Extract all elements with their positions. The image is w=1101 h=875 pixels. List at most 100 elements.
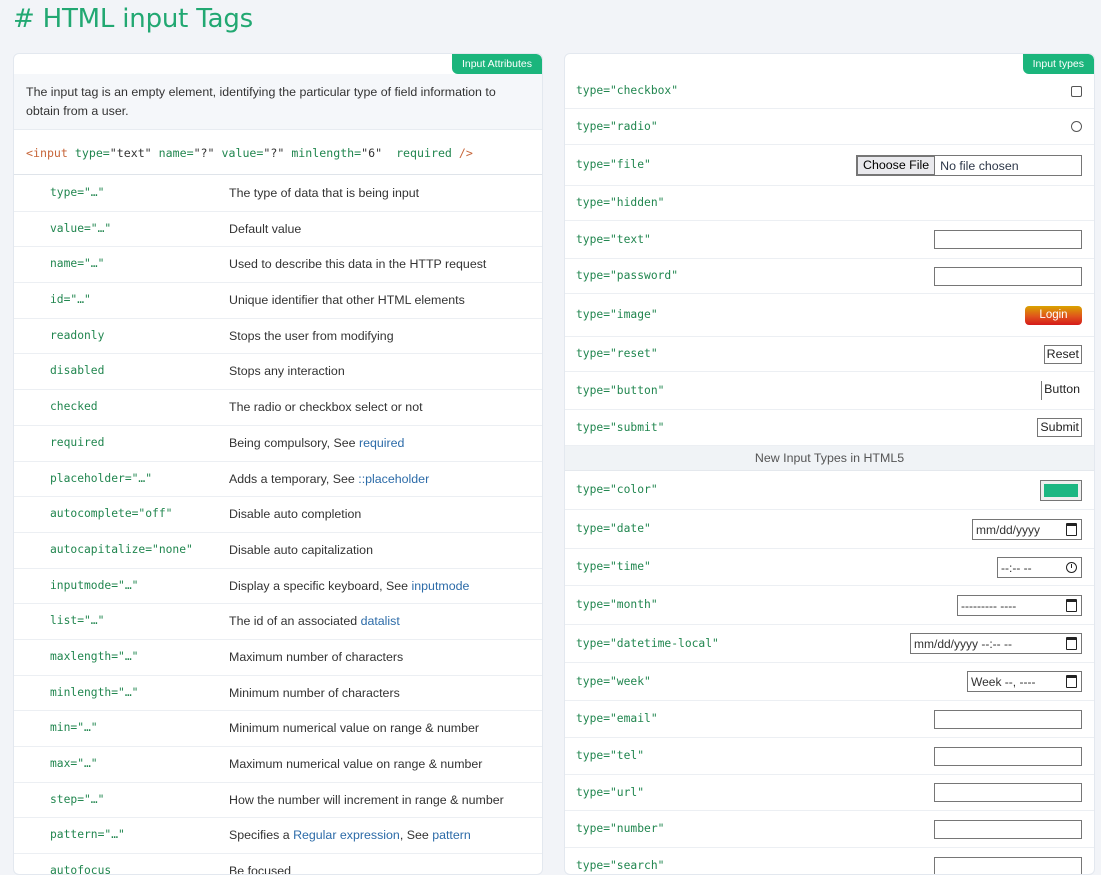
attribute-description-text: , See bbox=[399, 828, 433, 843]
input-button[interactable]: Submit bbox=[1037, 418, 1082, 437]
attribute-link[interactable]: Regular expression bbox=[293, 828, 400, 842]
input-type-name: type="date" bbox=[576, 522, 651, 535]
calendar-icon[interactable] bbox=[1066, 637, 1077, 650]
input-types-tag: Input types bbox=[1022, 54, 1094, 74]
attribute-link[interactable]: ::placeholder bbox=[358, 472, 429, 486]
attribute-description: Minimum numerical value on range & numbe… bbox=[229, 711, 479, 745]
attribute-name: checked bbox=[50, 400, 98, 414]
code-attr-value: value= bbox=[221, 146, 264, 160]
calendar-icon[interactable] bbox=[1066, 675, 1077, 688]
attribute-row: max="…" Maximum numerical value on range … bbox=[14, 747, 542, 783]
attribute-row: pattern="…" Specifies a Regular expressio… bbox=[14, 818, 542, 855]
input-type-name: type="email" bbox=[576, 712, 658, 725]
attribute-row: disabled Stops any interaction bbox=[14, 354, 542, 391]
calendar-icon[interactable] bbox=[1066, 523, 1077, 536]
attribute-name: pattern="…" bbox=[50, 828, 125, 842]
attribute-description-text: Used to describe this data in the HTTP r… bbox=[229, 257, 487, 272]
clock-icon[interactable] bbox=[1066, 562, 1077, 573]
input-type-row: type="datetime-local" mm/dd/yyyy --:-- -- bbox=[565, 625, 1094, 663]
image-login-button[interactable]: Login bbox=[1025, 306, 1082, 325]
attribute-name: name="…" bbox=[50, 257, 105, 271]
attribute-description: Maximum number of characters bbox=[229, 640, 403, 674]
radio-input[interactable] bbox=[1071, 121, 1082, 132]
attribute-row: readonly Stops the user from modifying bbox=[14, 319, 542, 355]
attribute-row: required Being compulsory, See required bbox=[14, 426, 542, 462]
attribute-row: step="…" How the number will increment in… bbox=[14, 783, 542, 819]
attribute-name: disabled bbox=[50, 364, 105, 378]
checkbox-input[interactable] bbox=[1071, 86, 1082, 97]
week-input[interactable]: Week --, ---- bbox=[967, 671, 1082, 692]
attribute-link[interactable]: inputmode bbox=[412, 579, 470, 593]
input-type-name: type="submit" bbox=[576, 421, 665, 434]
text-input[interactable] bbox=[934, 267, 1082, 286]
input-type-name: type="image" bbox=[576, 308, 658, 321]
attribute-description-text: Adds a temporary, See bbox=[229, 471, 359, 486]
month-input[interactable]: --------- ---- bbox=[957, 595, 1082, 616]
input-type-name: type="radio" bbox=[576, 120, 658, 133]
input-type-row: type="number" bbox=[565, 811, 1094, 848]
time-input[interactable]: --:-- -- bbox=[997, 557, 1082, 578]
input-type-name: type="month" bbox=[576, 598, 658, 611]
attribute-link[interactable]: required bbox=[359, 436, 404, 450]
input-type-row: type="radio" bbox=[565, 109, 1094, 145]
attribute-description: Adds a temporary, See ::placeholder bbox=[229, 462, 429, 496]
text-input[interactable] bbox=[934, 820, 1082, 839]
text-input[interactable] bbox=[934, 747, 1082, 766]
attribute-description: Stops any interaction bbox=[229, 354, 345, 388]
code-val-minlength: "6" bbox=[361, 146, 383, 160]
input-button[interactable]: Button bbox=[1041, 381, 1082, 400]
date-input[interactable]: mm/dd/yyyy bbox=[972, 519, 1082, 540]
calendar-icon[interactable] bbox=[1066, 599, 1077, 612]
html5-section-header: New Input Types in HTML5 bbox=[565, 446, 1094, 471]
attribute-description-text: Being compulsory, See bbox=[229, 435, 359, 450]
attribute-row: checked The radio or checkbox select or n… bbox=[14, 390, 542, 426]
input-attributes-tag: Input Attributes bbox=[451, 54, 542, 74]
attribute-description: The type of data that is being input bbox=[229, 176, 419, 210]
attribute-name: readonly bbox=[50, 328, 105, 342]
code-tag-close: /> bbox=[458, 146, 473, 160]
attribute-name: step="…" bbox=[50, 792, 105, 806]
text-input[interactable] bbox=[934, 710, 1082, 729]
attribute-description-text: Disable auto capitalization bbox=[229, 542, 373, 557]
file-input[interactable]: Choose File No file chosen bbox=[856, 155, 1082, 176]
datetime-input[interactable]: mm/dd/yyyy --:-- -- bbox=[910, 633, 1082, 654]
attribute-row: id="…" Unique identifier that other HTML … bbox=[14, 283, 542, 319]
attribute-description-text: Maximum numerical value on range & numbe… bbox=[229, 757, 483, 771]
text-input[interactable] bbox=[934, 783, 1082, 802]
input-type-row: type="time" --:-- -- bbox=[565, 549, 1094, 586]
attribute-description: Specifies a Regular expression, See patt… bbox=[229, 818, 471, 852]
attribute-description: Disable auto capitalization bbox=[229, 533, 373, 567]
attribute-row: placeholder="…" Adds a temporary, See ::p… bbox=[14, 462, 542, 498]
input-type-name: type="button" bbox=[576, 384, 665, 397]
code-attr-minlength: minlength= bbox=[291, 146, 362, 160]
color-input[interactable] bbox=[1040, 480, 1082, 501]
attribute-name: type="…" bbox=[50, 186, 105, 199]
text-input[interactable] bbox=[934, 857, 1082, 874]
input-type-row: type="button" Button bbox=[565, 372, 1094, 410]
month-value: --------- ---- bbox=[961, 598, 1017, 613]
input-type-row: type="submit" Submit bbox=[565, 410, 1094, 446]
input-type-row: type="color" bbox=[565, 471, 1094, 510]
input-type-name: type="url" bbox=[576, 786, 645, 799]
attribute-link[interactable]: pattern bbox=[432, 828, 471, 842]
attribute-name: list="…" bbox=[50, 614, 105, 628]
attribute-description: Being compulsory, See required bbox=[229, 426, 404, 460]
input-type-name: type="datetime-local" bbox=[576, 637, 719, 650]
choose-file-button[interactable]: Choose File bbox=[857, 156, 936, 175]
text-input[interactable] bbox=[934, 230, 1082, 249]
attribute-row: autocapitalize="none" Disable auto capita… bbox=[14, 533, 542, 569]
datetime-value: mm/dd/yyyy --:-- -- bbox=[914, 636, 1012, 651]
attribute-link[interactable]: datalist bbox=[361, 614, 400, 628]
input-type-name: type="search" bbox=[576, 859, 665, 872]
attribute-name: max="…" bbox=[50, 757, 98, 770]
attribute-description-text: The id of an associated bbox=[229, 614, 361, 629]
input-type-name: type="number" bbox=[576, 822, 665, 835]
attribute-row: name="…" Used to describe this data in th… bbox=[14, 247, 542, 284]
attribute-name: required bbox=[50, 435, 105, 449]
attribute-name: autocomplete="off" bbox=[50, 507, 173, 521]
input-type-row: type="email" bbox=[565, 701, 1094, 738]
attribute-description: Disable auto completion bbox=[229, 497, 361, 531]
attribute-description-text: Disable auto completion bbox=[229, 507, 362, 522]
input-type-name: type="checkbox" bbox=[576, 84, 679, 97]
input-button[interactable]: Reset bbox=[1043, 345, 1082, 364]
